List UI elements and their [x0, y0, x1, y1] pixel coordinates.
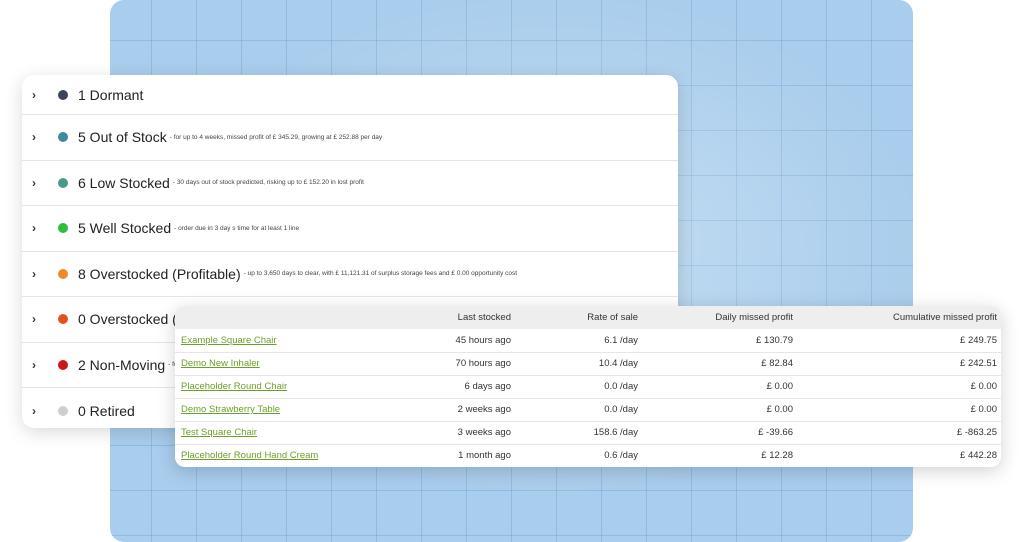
- last-stocked-cell: 3 weeks ago: [415, 420, 515, 444]
- status-dot-icon: [58, 314, 68, 325]
- status-row-out-of-stock[interactable]: › 5 Out of Stock - for up to 4 weeks, mi…: [22, 115, 678, 161]
- chevron-right-icon[interactable]: ›: [32, 88, 46, 102]
- product-link[interactable]: Test Square Chair: [181, 427, 257, 438]
- product-cell: Demo Strawberry Table: [175, 397, 415, 421]
- status-label: 5 Out of Stock: [78, 129, 167, 146]
- product-link[interactable]: Placeholder Round Hand Cream: [181, 450, 318, 461]
- status-dot-icon: [58, 359, 68, 370]
- status-label: 8 Overstocked (Profitable): [78, 265, 241, 282]
- header-cumulative-missed-profit[interactable]: Cumulative missed profit: [797, 306, 1001, 329]
- product-link[interactable]: Example Square Chair: [181, 335, 277, 346]
- chevron-right-icon[interactable]: ›: [32, 358, 46, 372]
- last-stocked-cell: 6 days ago: [415, 374, 515, 398]
- product-link[interactable]: Placeholder Round Chair: [181, 381, 287, 392]
- header-daily-missed-profit[interactable]: Daily missed profit: [642, 306, 797, 329]
- header-rate-of-sale[interactable]: Rate of sale: [515, 306, 642, 329]
- rate-of-sale-cell: 0.0 /day: [515, 397, 642, 421]
- status-row-dormant[interactable]: › 1 Dormant: [22, 75, 678, 115]
- chevron-right-icon[interactable]: ›: [32, 267, 46, 281]
- cumulative-missed-profit-cell: £ 242.51: [797, 351, 1001, 375]
- table-row: Demo Strawberry Table 2 weeks ago 0.0 /d…: [175, 397, 1001, 421]
- status-note: - 30 days out of stock predicted, riskin…: [172, 179, 364, 187]
- product-cell: Test Square Chair: [175, 420, 415, 444]
- cumulative-missed-profit-cell: £ 249.75: [960, 334, 997, 346]
- chevron-right-icon[interactable]: ›: [32, 312, 46, 326]
- chevron-right-icon[interactable]: ›: [32, 130, 46, 144]
- table-row: Example Square Chair 45 hours ago 6.1 /d…: [175, 329, 1001, 352]
- status-row-overstocked-profitable[interactable]: › 8 Overstocked (Profitable) - up to 3,6…: [22, 252, 678, 297]
- table-header-row: Last stocked Rate of sale Daily missed p…: [175, 306, 1001, 329]
- status-label: 1 Dormant: [78, 86, 144, 103]
- cumulative-missed-profit-cell: £ 442.28: [797, 443, 1001, 467]
- status-dot-icon: [58, 177, 68, 188]
- daily-missed-profit-cell: £ 0.00: [642, 397, 797, 421]
- product-detail-table-card: Last stocked Rate of sale Daily missed p…: [175, 306, 1001, 467]
- rate-of-sale-cell: 0.0 /day: [515, 374, 642, 398]
- daily-missed-profit-cell: £ 12.28: [642, 443, 797, 467]
- rate-of-sale-cell: 158.6 /day: [515, 420, 642, 444]
- chevron-right-icon[interactable]: ›: [32, 221, 46, 235]
- status-row-well-stocked[interactable]: › 5 Well Stocked - order due in 3 day s …: [22, 206, 678, 252]
- cumulative-missed-profit-cell: £ -863.25: [797, 420, 1001, 444]
- daily-missed-profit-cell: £ 130.79: [756, 334, 793, 346]
- chevron-right-icon[interactable]: ›: [32, 176, 46, 190]
- status-label: 5 Well Stocked: [78, 220, 172, 237]
- rate-of-sale-cell: 6.1 /day: [604, 334, 638, 346]
- product-link[interactable]: Demo New Inhaler: [181, 358, 260, 369]
- status-dot-icon: [58, 268, 68, 279]
- daily-missed-profit-cell: £ -39.66: [642, 420, 797, 444]
- last-stocked-cell: 1 month ago: [415, 443, 515, 467]
- cumulative-missed-profit-cell: £ 0.00: [797, 374, 1001, 398]
- status-label: 0 Overstocked (L: [78, 311, 185, 328]
- status-note: - up to 3,650 days to clear, with £ 11,1…: [243, 270, 518, 278]
- status-label: 6 Low Stocked: [78, 174, 170, 191]
- status-row-low-stocked[interactable]: › 6 Low Stocked - 30 days out of stock p…: [22, 161, 678, 206]
- last-stocked-cell: 2 weeks ago: [415, 397, 515, 421]
- product-cell: Demo New Inhaler: [175, 351, 415, 375]
- table-row: Demo New Inhaler 70 hours ago 10.4 /day …: [175, 351, 1001, 375]
- product-cell: Example Square Chair: [175, 329, 415, 352]
- last-stocked-cell: 70 hours ago: [415, 351, 515, 375]
- status-dot-icon: [58, 132, 68, 143]
- product-link[interactable]: Demo Strawberry Table: [181, 404, 280, 415]
- daily-missed-profit-cell: £ 0.00: [642, 374, 797, 398]
- product-cell: Placeholder Round Chair: [175, 374, 415, 398]
- rate-of-sale-cell: 0.6 /day: [515, 443, 642, 467]
- last-stocked-cell: 45 hours ago: [455, 334, 511, 346]
- table-row: Placeholder Round Chair 6 days ago 0.0 /…: [175, 374, 1001, 398]
- header-product[interactable]: [175, 306, 415, 329]
- status-label: 0 Retired: [78, 402, 135, 419]
- status-note: - for up to 4 weeks, missed profit of £ …: [169, 133, 383, 141]
- status-dot-icon: [58, 223, 68, 234]
- product-detail-table: Last stocked Rate of sale Daily missed p…: [175, 306, 1001, 467]
- status-dot-icon: [58, 405, 68, 416]
- rate-of-sale-cell: 10.4 /day: [515, 351, 642, 375]
- daily-missed-profit-cell: £ 82.84: [642, 351, 797, 375]
- chevron-right-icon[interactable]: ›: [32, 404, 46, 418]
- status-dot-icon: [58, 89, 68, 100]
- status-note: - order due in 3 day s time for at least…: [174, 224, 300, 232]
- table-row: Placeholder Round Hand Cream 1 month ago…: [175, 443, 1001, 467]
- header-last-stocked[interactable]: Last stocked: [415, 306, 515, 329]
- status-label: 2 Non-Moving: [78, 356, 166, 373]
- table-row: Test Square Chair 3 weeks ago 158.6 /day…: [175, 420, 1001, 444]
- product-cell: Placeholder Round Hand Cream: [175, 443, 415, 467]
- cumulative-missed-profit-cell: £ 0.00: [797, 397, 1001, 421]
